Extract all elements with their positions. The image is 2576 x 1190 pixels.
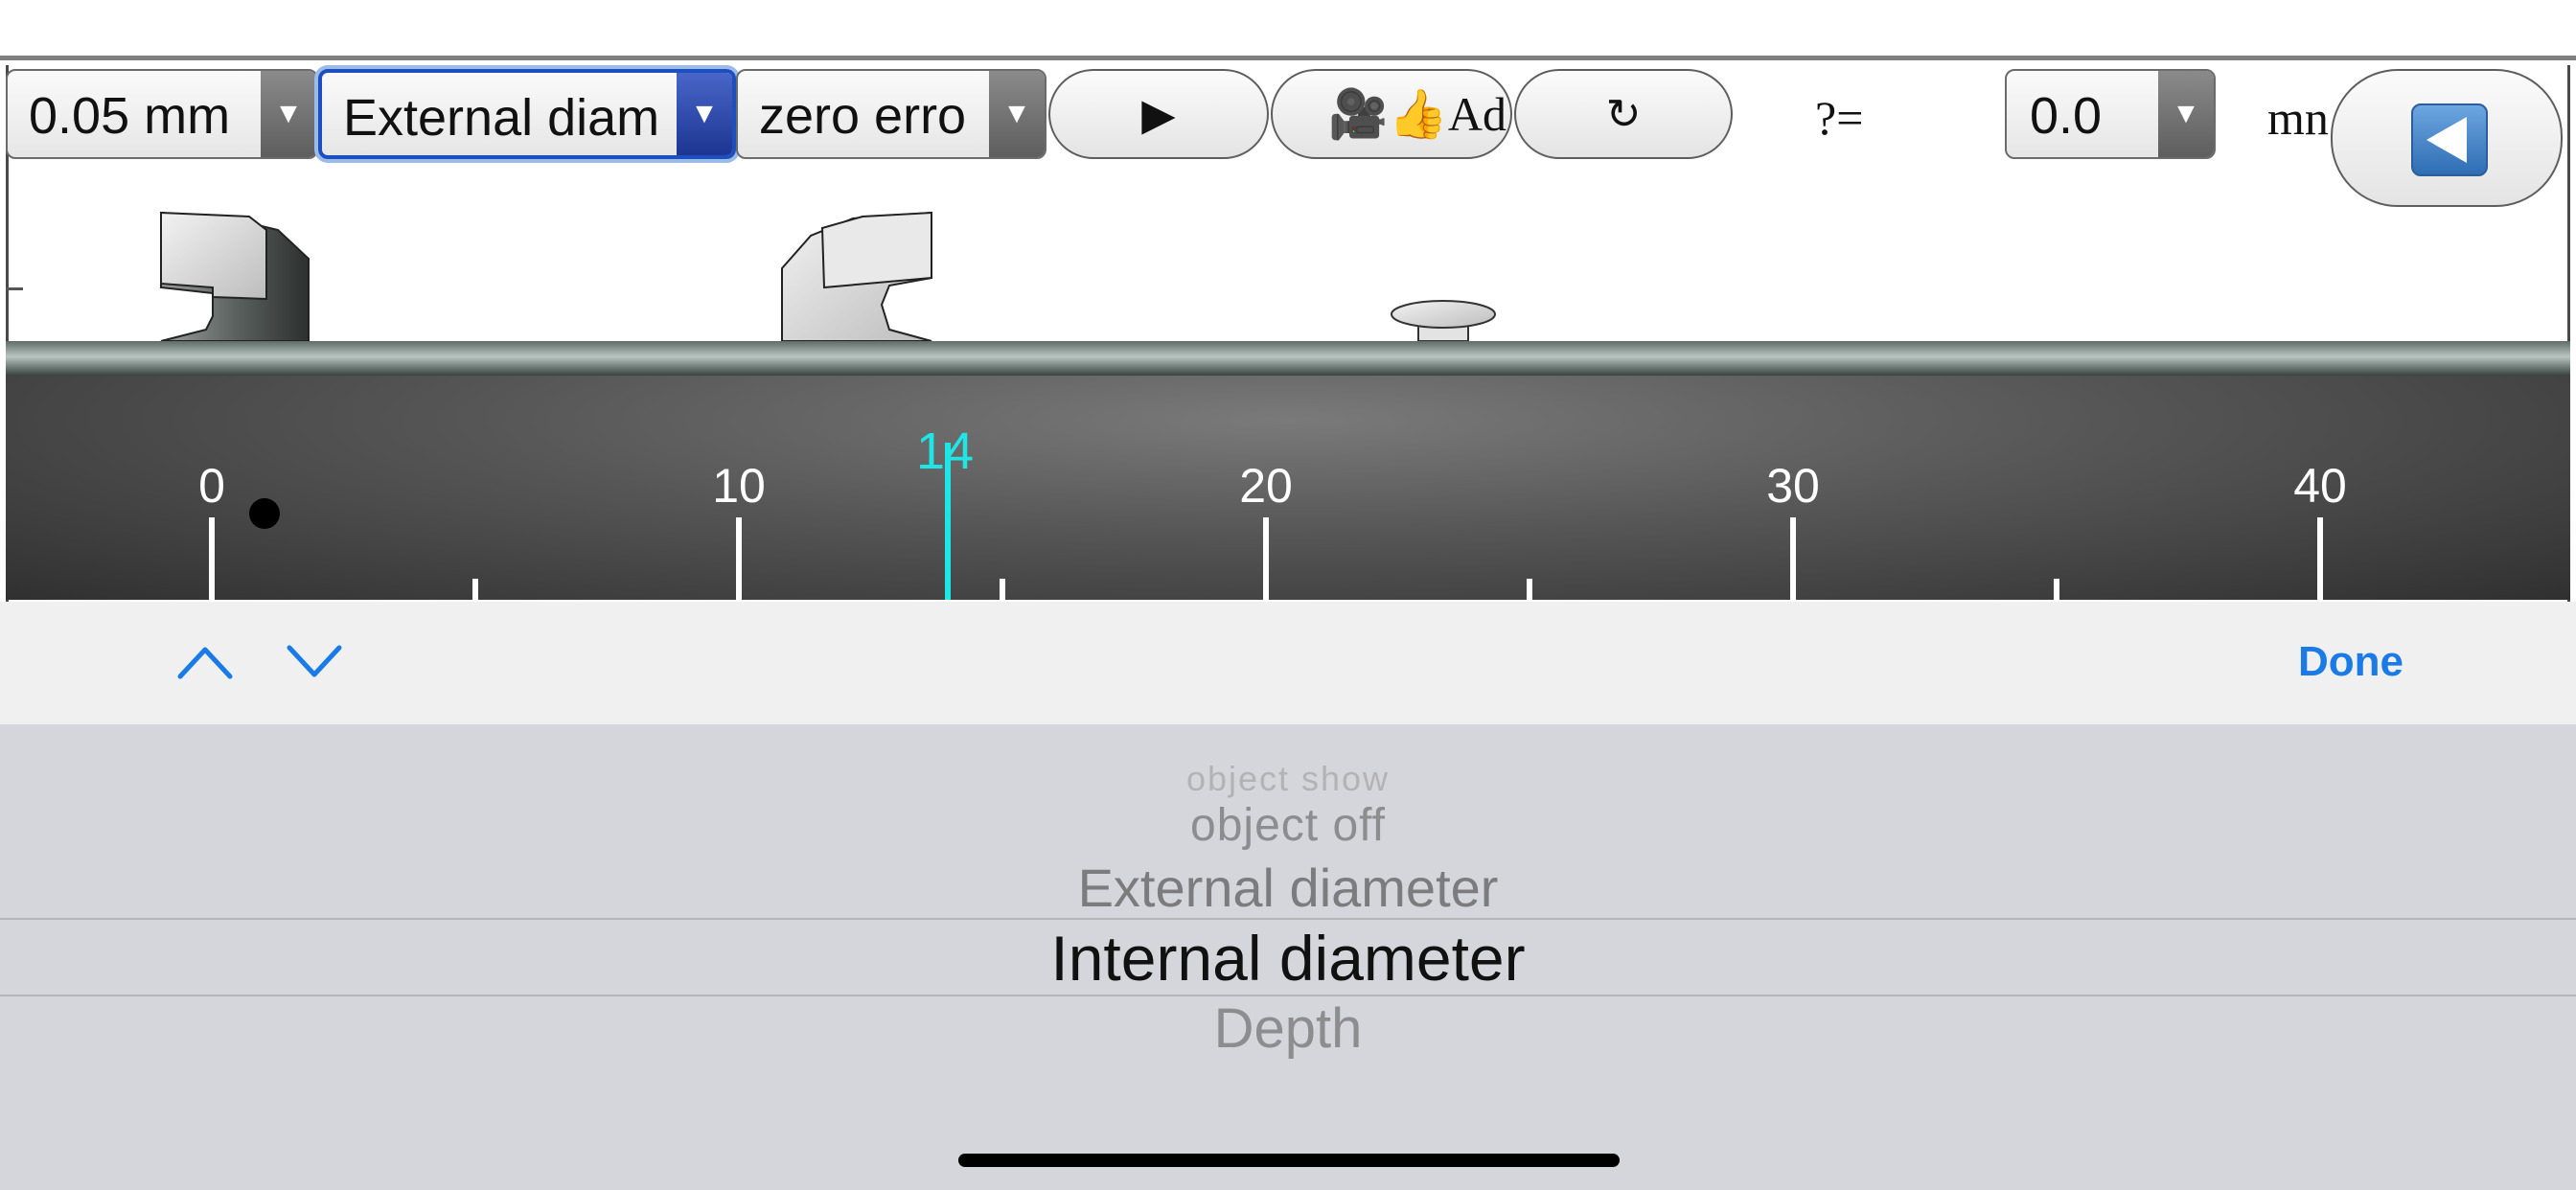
major-tick [1790, 517, 1796, 600]
sliding-jaw[interactable] [781, 211, 932, 342]
picker-option[interactable]: object show [0, 759, 2576, 799]
major-tick [736, 517, 742, 600]
half-tick [472, 579, 478, 600]
major-tick-label: 0 [198, 459, 225, 513]
major-tick-label: 20 [1239, 459, 1293, 513]
caliper-beam [6, 341, 2570, 376]
reading-indicator: 14 [916, 423, 974, 600]
picker-option-selected[interactable]: Internal diameter [0, 922, 2576, 995]
mode-picker-wheel[interactable]: object show object off External diameter… [0, 724, 2576, 1190]
half-tick [2054, 579, 2059, 600]
selection-divider [0, 918, 2576, 920]
done-button[interactable]: Done [2298, 638, 2404, 686]
major-tick-label: 40 [2293, 459, 2347, 513]
home-indicator [958, 1154, 1620, 1167]
origin-dot [249, 498, 280, 529]
half-tick [1000, 579, 1005, 600]
main-scale: 0 10 20 30 40 14 [6, 376, 2570, 600]
major-tick-label: 30 [1766, 459, 1820, 513]
picker-option[interactable]: Depth [0, 996, 2576, 1061]
major-tick-label: 10 [712, 459, 766, 513]
major-tick [209, 517, 215, 600]
reading-label: 14 [915, 423, 975, 480]
fixed-jaw [160, 211, 310, 342]
caliper-jaws [160, 211, 1496, 342]
major-tick [2317, 517, 2323, 600]
edge-tick [6, 287, 23, 290]
chevron-down-icon[interactable] [284, 640, 345, 682]
chevron-up-icon[interactable] [174, 640, 236, 682]
picker-option[interactable]: object off [0, 799, 2576, 852]
half-tick [1527, 579, 1532, 600]
depth-probe [1391, 300, 1496, 342]
keyboard-accessory-bar: Done [0, 602, 2576, 724]
picker-option[interactable]: External diameter [0, 857, 2576, 919]
major-tick [1263, 517, 1269, 600]
